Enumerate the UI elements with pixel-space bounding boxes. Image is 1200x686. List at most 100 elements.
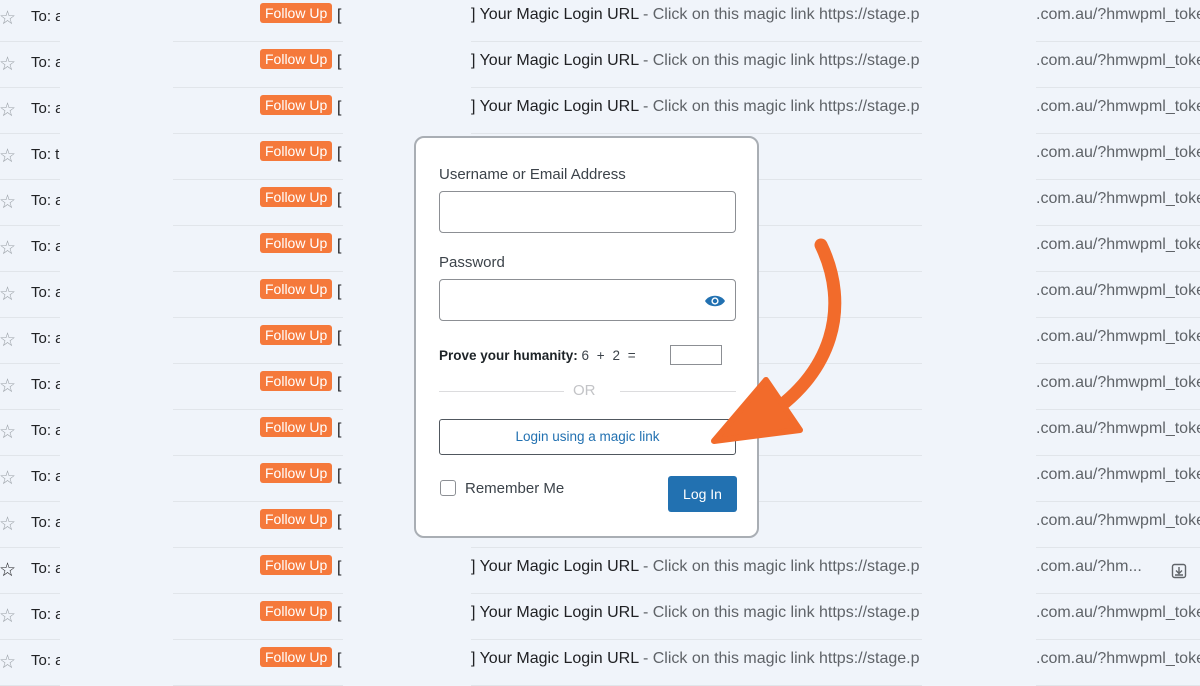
snippet-url: .com.au/?hmwpml_token (1036, 420, 1200, 437)
subject-prefix: [ (337, 329, 342, 346)
captcha-answer-input[interactable] (670, 345, 722, 365)
captcha-expression: 6 + 2 = (581, 348, 636, 363)
subject-text: ] Your Magic Login URL (471, 6, 639, 23)
divider-left (439, 391, 564, 392)
follow-up-label[interactable]: Follow Up (260, 141, 333, 161)
email-row[interactable]: ☆ To: a Follow Up[ ] Your Magic Login URL -… (0, 0, 1200, 42)
subject-prefix: [ (337, 651, 342, 668)
log-in-button[interactable]: Log In (668, 476, 737, 512)
follow-up-label[interactable]: Follow Up (260, 555, 333, 575)
email-subject[interactable]: ] Your Magic Login URL - Click on this m… (471, 52, 922, 70)
star-icon[interactable]: ☆ (0, 515, 17, 534)
subject-prefix: [ (337, 145, 342, 162)
follow-up-label[interactable]: Follow Up (260, 509, 333, 529)
snippet-url: .com.au/?hmwpml_token (1036, 282, 1200, 299)
email-row[interactable]: ☆ To: a Follow Up[] Your Magic Login URL -… (0, 42, 1200, 88)
star-icon[interactable]: ☆ (0, 607, 17, 626)
snippet-url: .com.au/?hmwpml_token (1036, 466, 1200, 483)
email-row[interactable]: ☆ To: a Follow Up[] Your Magic Login URL -… (0, 88, 1200, 134)
recipient: To: a (31, 100, 60, 117)
follow-up-label[interactable]: Follow Up (260, 187, 333, 207)
star-icon[interactable]: ☆ (0, 285, 17, 304)
subject-text: ] Your Magic Login URL (471, 52, 639, 69)
email-snippet: - Click on this magic link https://stage… (638, 558, 920, 575)
recipient: To: t (31, 146, 60, 163)
follow-up-label[interactable]: Follow Up (260, 325, 333, 345)
star-icon[interactable]: ☆ (0, 193, 17, 212)
email-snippet: - Click on this magic link https://stage… (638, 650, 920, 667)
captcha-label: Prove your humanity: (439, 348, 578, 363)
snippet-url: .com.au/?hmwpml_token (1036, 374, 1200, 391)
login-form: Username or Email Address Password Prove… (414, 136, 759, 538)
star-icon[interactable]: ☆ (0, 653, 17, 672)
snippet-url: .com.au/?hmwpml_token (1036, 98, 1200, 115)
subject-prefix: [ (337, 7, 342, 24)
remember-me-checkbox[interactable] (440, 480, 456, 496)
recipient: To: a (31, 514, 60, 531)
follow-up-label[interactable]: Follow Up (260, 647, 333, 667)
snippet-url: .com.au/?hmwpml_token (1036, 604, 1200, 621)
star-icon[interactable]: ☆ (0, 423, 17, 442)
subject-text: ] Your Magic Login URL (471, 558, 639, 575)
follow-up-label[interactable]: Follow Up (260, 95, 333, 115)
recipient: To: a (31, 652, 60, 669)
email-subject[interactable]: ] Your Magic Login URL - Click on this m… (471, 650, 922, 668)
email-subject[interactable]: ] Your Magic Login URL - Click on this m… (471, 98, 922, 116)
follow-up-label[interactable]: Follow Up (260, 233, 333, 253)
recipient: To: a (31, 468, 60, 485)
username-label: Username or Email Address (439, 166, 626, 183)
subject-prefix: [ (337, 375, 342, 392)
snippet-url: .com.au/?hmwpml_token (1036, 512, 1200, 529)
star-icon[interactable]: ☆ (0, 147, 17, 166)
snippet-url: .com.au/?hmwpml_token (1036, 650, 1200, 667)
star-icon[interactable]: ☆ (0, 55, 17, 74)
email-subject[interactable]: ] Your Magic Login URL - Click on this m… (471, 6, 922, 24)
subject-prefix: [ (337, 421, 342, 438)
follow-up-label[interactable]: Follow Up (260, 3, 333, 23)
captcha-question: Prove your humanity: 6 + 2 = (439, 348, 636, 363)
recipient: To: a (31, 8, 60, 25)
email-row[interactable]: ☆ To: a Follow Up[] Your Magic Login URL -… (0, 548, 1200, 594)
email-subject[interactable]: ] Your Magic Login URL - Click on this m… (471, 558, 922, 576)
eye-icon[interactable] (704, 294, 726, 308)
email-subject[interactable]: ] Your Magic Login URL - Click on this m… (471, 604, 922, 622)
subject-prefix: [ (337, 53, 342, 70)
email-row[interactable]: ☆ To: a Follow Up[ ] Your Magic Login URL -… (0, 594, 1200, 640)
recipient: To: a (31, 606, 60, 623)
email-row[interactable]: ☆ To: a Follow Up[ ] Your Magic Login URL -… (0, 640, 1200, 686)
star-icon[interactable]: ☆ (0, 561, 17, 580)
username-field[interactable] (439, 191, 736, 233)
star-icon[interactable]: ☆ (0, 9, 17, 28)
email-snippet: - Click on this magic link https://stage… (638, 98, 920, 115)
password-field[interactable] (439, 279, 736, 321)
follow-up-label[interactable]: Follow Up (260, 371, 333, 391)
star-icon[interactable]: ☆ (0, 377, 17, 396)
star-icon[interactable]: ☆ (0, 469, 17, 488)
star-icon[interactable]: ☆ (0, 239, 17, 258)
password-label: Password (439, 254, 505, 271)
remember-me-label[interactable]: Remember Me (465, 480, 564, 497)
follow-up-label[interactable]: Follow Up (260, 417, 333, 437)
or-separator: OR (573, 382, 596, 399)
email-snippet: - Click on this magic link https://stage… (638, 52, 920, 69)
follow-up-label[interactable]: Follow Up (260, 601, 333, 621)
follow-up-label[interactable]: Follow Up (260, 463, 333, 483)
snippet-url: .com.au/?hmwpml_token (1036, 144, 1200, 161)
subject-prefix: [ (337, 237, 342, 254)
star-icon[interactable]: ☆ (0, 101, 17, 120)
follow-up-label[interactable]: Follow Up (260, 279, 333, 299)
magic-link-button[interactable]: Login using a magic link (439, 419, 736, 455)
recipient: To: a (31, 284, 60, 301)
subject-prefix: [ (337, 559, 342, 576)
subject-prefix: [ (337, 605, 342, 622)
email-snippet: - Click on this magic link https://stage… (638, 604, 920, 621)
snippet-url: .com.au/?hmwpml_token (1036, 236, 1200, 253)
snippet-url: .com.au/?hmwpml_token (1036, 6, 1200, 23)
recipient: To: a (31, 376, 60, 393)
subject-text: ] Your Magic Login URL (471, 650, 639, 667)
archive-icon[interactable] (1171, 563, 1187, 579)
subject-prefix: [ (337, 191, 342, 208)
recipient: To: a (31, 422, 60, 439)
star-icon[interactable]: ☆ (0, 331, 17, 350)
follow-up-label[interactable]: Follow Up (260, 49, 333, 69)
